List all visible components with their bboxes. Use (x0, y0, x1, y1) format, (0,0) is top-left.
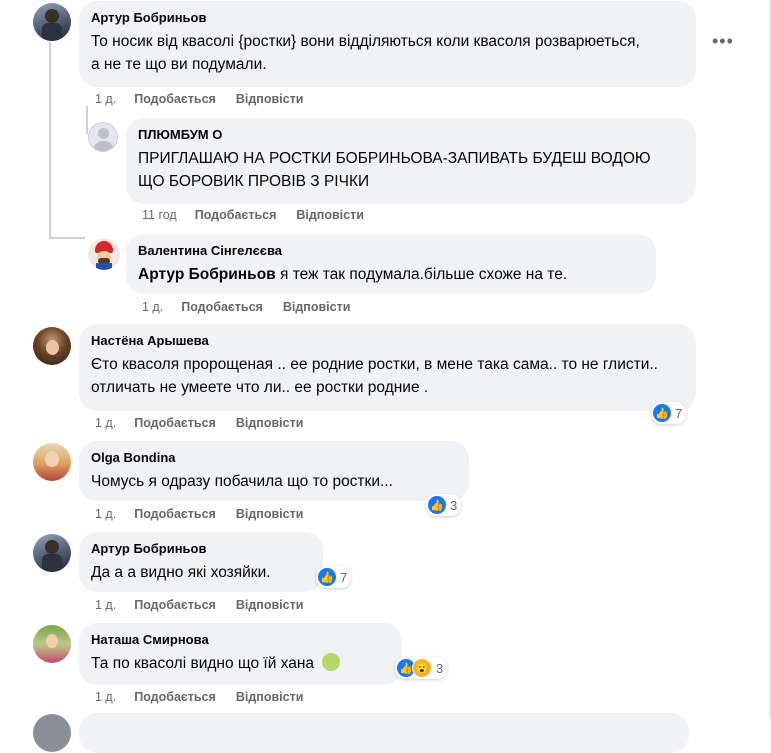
comment-time[interactable]: 1 д. (95, 690, 116, 704)
comment-time[interactable]: 11 год (142, 208, 177, 222)
avatar[interactable] (33, 534, 71, 572)
comment-text-body: Та по квасолі видно що їй хана (91, 655, 315, 672)
like-button[interactable]: Подобається (134, 92, 216, 106)
reaction-summary[interactable]: 👍 7 (316, 566, 352, 588)
like-reaction-icon: 👍 (318, 568, 336, 586)
comment-actions: 1 д. Подобається Відповісти (95, 416, 303, 430)
reply-button[interactable]: Відповісти (296, 208, 364, 222)
like-button[interactable]: Подобається (181, 300, 263, 314)
comment-actions: 1 д. Подобається Відповісти (95, 92, 303, 106)
nauseated-face-icon (322, 653, 341, 671)
reaction-count: 3 (450, 497, 458, 513)
reaction-summary[interactable]: 👍 7 (651, 402, 687, 424)
reaction-summary[interactable]: 👍 😮 3 (395, 657, 448, 679)
like-button[interactable]: Подобається (195, 208, 277, 222)
reaction-count: 7 (340, 569, 348, 585)
like-button[interactable]: Подобається (134, 507, 216, 521)
avatar[interactable] (33, 625, 71, 663)
wow-reaction-icon: 😮 (412, 658, 432, 678)
comment-author[interactable]: Настёна Арышева (91, 332, 684, 349)
comment-author[interactable]: Наташа Смирнова (91, 631, 390, 648)
comment-author[interactable]: Валентина Сінгелєєва (138, 242, 644, 259)
comment-actions: 11 год Подобається Відповісти (142, 208, 364, 222)
reply-button[interactable]: Відповісти (236, 92, 304, 106)
comment-bubble: ПЛЮМБУМ О ПРИГЛАШАЮ НА РОСТКИ БОБРИНЬОВА… (126, 118, 696, 204)
comment-text: Єто квасоля пророщеная .. ее родние рост… (91, 356, 658, 396)
like-reaction-icon: 👍 (653, 404, 671, 422)
reply-button[interactable]: Відповісти (236, 507, 304, 521)
comment-text: ПРИГЛАШАЮ НА РОСТКИ БОБРИНЬОВА-ЗАПИВАТЬ … (138, 150, 651, 190)
avatar[interactable] (88, 238, 120, 270)
like-button[interactable]: Подобається (134, 416, 216, 430)
comment-text-body: я теж так подумала.більше схоже на те. (280, 266, 568, 283)
thread-branch (49, 237, 85, 239)
comment-time[interactable]: 1 д. (95, 507, 116, 521)
avatar[interactable] (33, 443, 71, 481)
comment-actions: 1 д. Подобається Відповісти (95, 598, 303, 612)
reply-button[interactable]: Відповісти (236, 416, 304, 430)
comment-bubble: Olga Bondina Чомусь я одразу побачила що… (79, 441, 469, 501)
reaction-count: 3 (436, 660, 444, 676)
thread-line (49, 42, 51, 239)
comment-text: Та по квасолі видно що їй хана (91, 652, 390, 675)
comment-author[interactable]: Артур Бобриньов (91, 9, 684, 26)
avatar[interactable] (33, 327, 71, 365)
reaction-count: 7 (675, 405, 683, 421)
reply-button[interactable]: Відповісти (236, 690, 304, 704)
comment-time[interactable]: 1 д. (95, 598, 116, 612)
comment-bubble: Артур Бобриньов Да а а видно які хозяйки… (79, 532, 323, 592)
comment-time[interactable]: 1 д. (95, 92, 116, 106)
like-button[interactable]: Подобається (134, 598, 216, 612)
comment-text: То носик від квасолі {ростки} вони відді… (91, 33, 640, 73)
comment-time[interactable]: 1 д. (95, 416, 116, 430)
comment-actions: 1 д. Подобається Відповісти (95, 690, 303, 704)
reply-button[interactable]: Відповісти (283, 300, 351, 314)
comment-bubble: Валентина Сінгелєєва Артур Бобриньов я т… (126, 234, 656, 294)
avatar[interactable] (88, 122, 118, 152)
comment-bubble: Артур Бобриньов То носик від квасолі {ро… (79, 1, 696, 87)
comment-bubble: Наташа Смирнова Та по квасолі видно що ї… (79, 623, 402, 685)
reaction-summary[interactable]: 👍 3 (426, 494, 462, 516)
thread-line-short (86, 106, 88, 134)
comment-text: Чомусь я одразу побачила що то ростки... (91, 473, 393, 490)
comment-bubble (79, 713, 689, 753)
comment-text: Да а а видно які хозяйки. (91, 564, 271, 581)
comment-time[interactable]: 1 д. (142, 300, 163, 314)
mention-link[interactable]: Артур Бобриньов (138, 266, 276, 283)
like-button[interactable]: Подобається (134, 690, 216, 704)
comment-author[interactable]: Артур Бобриньов (91, 540, 311, 557)
comment-text: Артур Бобриньов я теж так подумала.більш… (138, 263, 644, 286)
comment-actions: 1 д. Подобається Відповісти (95, 507, 303, 521)
comment-author[interactable]: Olga Bondina (91, 449, 457, 466)
avatar[interactable] (33, 714, 71, 752)
avatar[interactable] (33, 3, 71, 41)
comment-bubble: Настёна Арышева Єто квасоля пророщеная .… (79, 324, 696, 411)
more-dots-icon[interactable]: ••• (712, 31, 734, 52)
reply-button[interactable]: Відповісти (236, 598, 304, 612)
comment-author[interactable]: ПЛЮМБУМ О (138, 126, 684, 143)
like-reaction-icon: 👍 (428, 496, 446, 514)
comment-actions: 1 д. Подобається Відповісти (142, 300, 350, 314)
